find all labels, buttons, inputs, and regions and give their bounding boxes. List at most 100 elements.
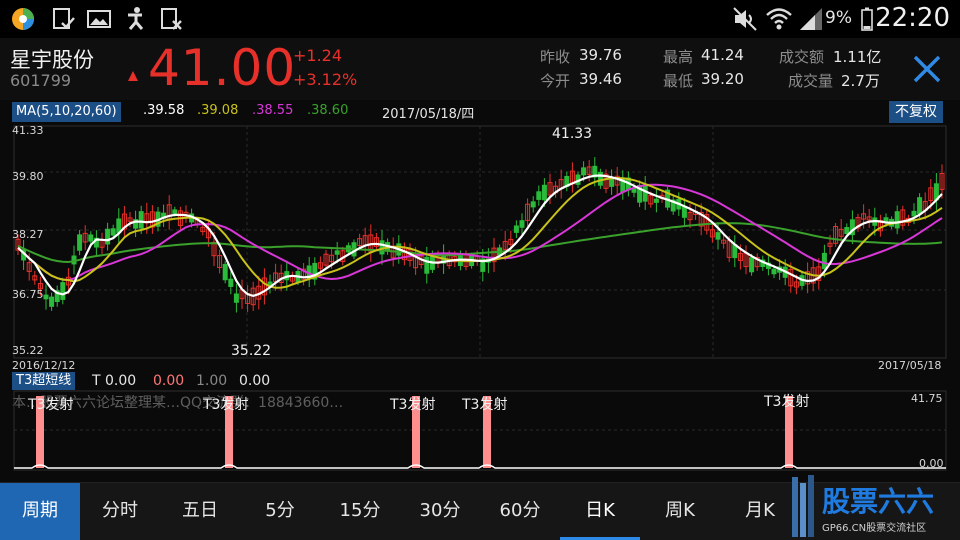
candle-body: [536, 191, 542, 200]
candle-body: [821, 252, 827, 270]
price-change: +1.24: [293, 46, 343, 65]
candle-body: [172, 209, 178, 214]
cellular-signal-icon: [800, 8, 822, 30]
tab-period[interactable]: 周期: [0, 483, 80, 540]
candle-body: [222, 263, 228, 281]
t3-value-3: 1.00: [196, 373, 228, 389]
logo-subtext: GP66.CN股票交流社区: [822, 521, 926, 534]
candle-body: [424, 256, 430, 274]
stat-label-low: 最低: [663, 72, 694, 90]
stat-label-turnover: 成交额: [779, 48, 825, 66]
status-bar: 9% 22:20: [0, 0, 960, 38]
candle-body: [105, 228, 111, 245]
t3-signal-label-3: T3发射: [389, 397, 435, 413]
t3-y-max: 41.75: [911, 392, 943, 405]
t3-signal-label-5: T3发射: [763, 394, 809, 410]
wifi-icon: [766, 8, 792, 30]
adjust-toggle-button[interactable]: 不复权: [889, 101, 943, 123]
tab-60min[interactable]: 60分: [480, 483, 560, 540]
up-arrow-icon: [128, 71, 138, 81]
stat-label-open: 今开: [540, 72, 571, 90]
candlestick-chart[interactable]: 41.33 39.80 38.27 36.75 35.22 2016/12/12…: [0, 124, 960, 370]
t3-indicator-legend: T3超短线 T 0.00 0.00 1.00 0.00: [0, 371, 960, 391]
candle-body: [911, 210, 917, 217]
candle-body: [138, 211, 144, 229]
stock-code: 601799: [10, 71, 72, 90]
t3-signal-label-2: T3发射: [202, 397, 248, 413]
t3-signal-chart: 41.75 0.00 T3发射 T3发射 T3发射 T3发射 T3发射: [13, 390, 947, 471]
ma-date: 2017/05/18/四: [382, 107, 475, 122]
candle-body: [233, 293, 239, 303]
tab-15min[interactable]: 15分: [320, 483, 400, 540]
y-tick-1: 41.33: [12, 124, 44, 137]
close-icon[interactable]: [910, 52, 944, 86]
high-price-label: 41.33: [552, 126, 592, 142]
stat-label-volume: 成交量: [788, 72, 834, 90]
y-tick-5: 35.22: [12, 344, 44, 357]
t3-signal-label-1: T3发射: [27, 397, 73, 413]
candle-body: [228, 278, 234, 287]
candle-body: [530, 201, 536, 208]
stock-name: 星宇股份: [10, 48, 94, 72]
ma60-value: .38.60: [307, 103, 349, 118]
candle-body: [894, 211, 900, 229]
candle-body: [513, 225, 519, 233]
stat-value-turnover: 1.11亿: [833, 48, 882, 66]
ma20-value: .38.55: [252, 103, 294, 118]
candle-body: [334, 250, 340, 255]
y-tick-4: 36.75: [12, 288, 44, 301]
candle-body: [49, 296, 55, 307]
t3-indicator-button[interactable]: T3超短线: [12, 372, 76, 390]
x-start-date: 2016/12/12: [12, 359, 75, 370]
t3-signal-label-4: T3发射: [461, 397, 507, 413]
app-icon: [12, 8, 34, 30]
ma-legend: MA(5,10,20,60) .39.58 .39.08 .38.55 .38.…: [0, 100, 960, 124]
candle-body: [379, 240, 385, 255]
y-tick-3: 38.27: [12, 228, 44, 241]
stat-value-high: 41.24: [701, 46, 744, 64]
x-end-date: 2017/05/18: [878, 359, 941, 370]
ma10-value: .39.08: [197, 103, 239, 118]
candle-body: [519, 220, 525, 228]
kline-grid: [13, 125, 947, 359]
stat-value-low: 39.20: [701, 70, 744, 88]
stat-value-volume: 2.7万: [841, 72, 880, 90]
stat-value-open: 39.46: [579, 70, 622, 88]
ma5-value: .39.58: [143, 103, 185, 118]
note-check-icon: [53, 8, 75, 29]
candle-body: [110, 228, 116, 236]
tab-daily-k[interactable]: 日K: [560, 483, 640, 540]
battery-icon: [861, 7, 873, 31]
stat-value-prev-close: 39.76: [579, 46, 622, 64]
t3-value-t: T 0.00: [92, 373, 137, 389]
doc-x-icon: [161, 8, 182, 30]
tab-weekly-k[interactable]: 周K: [640, 483, 720, 540]
low-price-label: 35.22: [231, 343, 271, 359]
battery-percent: 9%: [825, 8, 852, 28]
candle-body: [597, 171, 603, 186]
site-logo: 股票六六 GP66.CN股票交流社区: [792, 475, 934, 537]
candle-body: [844, 227, 850, 235]
stat-label-prev-close: 昨收: [540, 48, 571, 66]
stat-label-high: 最高: [663, 48, 694, 66]
tab-30min[interactable]: 30分: [400, 483, 480, 540]
tab-five-day[interactable]: 五日: [160, 483, 240, 540]
mute-icon: [733, 7, 757, 31]
candle-body: [541, 184, 547, 201]
candle-body: [715, 232, 721, 240]
candle-body: [77, 234, 83, 251]
tab-5min[interactable]: 5分: [240, 483, 320, 540]
tab-intraday[interactable]: 分时: [80, 483, 160, 540]
t3-value-2: 0.00: [153, 373, 185, 389]
t3-y-min: 0.00: [919, 457, 944, 470]
candle-body: [653, 198, 659, 203]
gallery-icon: [87, 10, 111, 28]
ma-indicator-button[interactable]: MA(5,10,20,60): [12, 102, 121, 122]
candle-body: [88, 234, 94, 242]
candle-body: [771, 268, 777, 275]
tab-monthly-k[interactable]: 月K: [720, 483, 800, 540]
logo-text: 股票六六: [822, 485, 934, 518]
candle-body: [43, 294, 49, 300]
t3-baseline: [14, 464, 946, 469]
y-tick-2: 39.80: [12, 170, 44, 183]
